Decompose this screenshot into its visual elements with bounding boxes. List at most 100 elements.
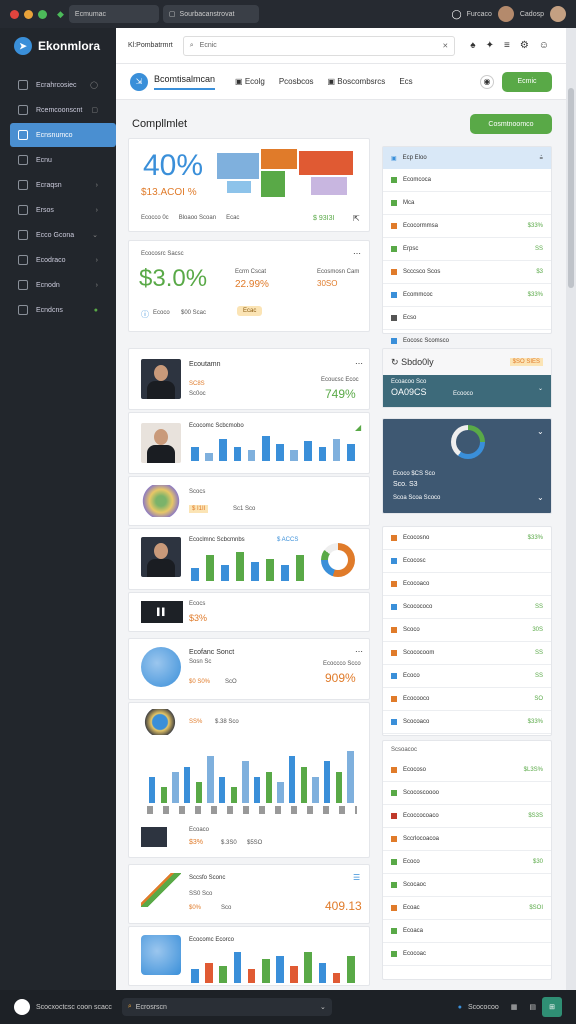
panelE-row[interactable]: Ecocoac	[383, 943, 551, 966]
sidebar-item-7[interactable]: Ecodraco ›	[0, 248, 116, 272]
bottom-search[interactable]: ⌕ Ecrosrscn ⌄	[121, 998, 332, 1016]
primary-button[interactable]: Ecmic	[502, 71, 552, 92]
panelD-row[interactable]: Ecocosc	[383, 550, 551, 573]
section-button[interactable]: Cosmtnoomco	[470, 114, 552, 134]
menu-icon[interactable]: ≡	[504, 40, 510, 51]
breadcrumb[interactable]: Kl:Pombatrmrt	[128, 42, 173, 49]
donut-chart	[321, 543, 355, 577]
person-card-0[interactable]: Ecoutamn SC8S Sc0oc Ecoucsc Ecoc 749% ⋯	[128, 348, 370, 410]
more-icon[interactable]: ⋯	[355, 359, 363, 368]
row-value: $33%	[527, 292, 543, 298]
person-card-2[interactable]: Scocs $ I1II Sc1 Sco	[128, 476, 370, 526]
scrollbar[interactable]	[566, 28, 576, 990]
minimize-window-icon[interactable]	[24, 9, 33, 19]
row-icon	[391, 719, 397, 725]
avatar-2[interactable]	[550, 6, 566, 22]
stat-v3: $5SO	[247, 840, 263, 846]
panelD-row[interactable]: Ecocosno $33%	[383, 527, 551, 550]
row-label: Ecoaca	[403, 928, 424, 934]
row-value: SS	[534, 604, 543, 610]
panelD-row[interactable]: Scocococo SS	[383, 596, 551, 619]
panelA-row[interactable]: Erpsc SS	[383, 238, 551, 261]
world-rlabel: Ecoccco Scco	[323, 661, 361, 667]
person-card-1[interactable]: Ecocomc Scbcmobo ◢	[128, 412, 370, 474]
sidebar-item-2[interactable]: Ecnsnumco	[10, 123, 116, 147]
page-title[interactable]: Bcomtisalmcan	[154, 74, 216, 90]
chart-bar	[172, 771, 179, 803]
panelA-row[interactable]: Ecommcoc $33%	[383, 284, 551, 307]
list-icon[interactable]: ☰	[353, 873, 360, 882]
action-button[interactable]: ⊞	[542, 997, 562, 1017]
person-value: $ ACCS	[277, 537, 299, 543]
chevron-down-icon[interactable]: ⌄	[537, 493, 544, 502]
grid-icon[interactable]: ▦	[511, 1003, 518, 1011]
sidebar-item-1[interactable]: Rcemcoonscnt ▢	[0, 98, 116, 122]
sidebar-item-5[interactable]: Ersos ›	[0, 198, 116, 222]
chevron-down-icon[interactable]: ⌄	[537, 427, 544, 436]
person-card-3[interactable]: Ecoclmnc Scbcmnbs $ ACCS	[128, 528, 370, 590]
collapse-icon[interactable]: ⩮	[539, 155, 543, 162]
row-label: Ecocoso	[403, 767, 427, 773]
sidebar-item-9[interactable]: Ecndcns ●	[0, 298, 116, 322]
panelD-row[interactable]: Scococoom SS	[383, 642, 551, 665]
panelA-row[interactable]: Ecomcoca	[383, 169, 551, 192]
more-icon[interactable]: ⋯	[355, 647, 363, 656]
bottom-card[interactable]: Sccsfo Sconc SS0 Sco $0% Sco 409.13 ☰	[128, 864, 370, 924]
tab-0[interactable]: ▣ Ecolg	[235, 77, 265, 86]
person-card-4[interactable]: ▌▌ Ecocs $3%	[128, 592, 370, 632]
tab-1[interactable]: Pcosbcos	[279, 77, 314, 86]
clear-icon[interactable]: ✕	[442, 42, 448, 50]
row-icon	[391, 790, 397, 796]
tab-3[interactable]: Ecs	[399, 77, 412, 86]
pin-icon[interactable]: ✦	[486, 40, 494, 51]
panelA-row[interactable]: Scccsco Scos $3	[383, 261, 551, 284]
sidebar-item-8[interactable]: Ecnodn ›	[0, 273, 116, 297]
panelD-row[interactable]: Ecoco SS	[383, 665, 551, 688]
bottom-l1: SS0 Sco	[189, 891, 213, 897]
row-icon	[391, 292, 397, 298]
sidebar-item-4[interactable]: Ecraqsn ›	[0, 173, 116, 197]
bell-icon[interactable]: ♠	[470, 40, 475, 51]
panelA-row[interactable]: Mca	[383, 192, 551, 215]
avatar[interactable]	[497, 6, 514, 22]
panelE-row[interactable]: Ecoco $30	[383, 851, 551, 874]
sidebar-item-0[interactable]: Ecrahrcosiec ◯	[0, 73, 116, 97]
more-icon[interactable]: ⋯	[353, 249, 361, 258]
panelE-row[interactable]: Ecoaca	[383, 920, 551, 943]
panelA-row[interactable]: Ecocormmsa $33%	[383, 215, 551, 238]
brand-logo[interactable]: ➤ Ekonmlora	[0, 28, 116, 64]
settings-icon[interactable]: ⚙	[520, 40, 529, 51]
kpi-card-1: 40% $13.ACOI % Ecocco 0c Bloaoo Scoan Ec…	[128, 138, 370, 232]
tab-icon[interactable]: ◆	[57, 9, 64, 20]
panelE-row[interactable]: Ecocoso $L3S%	[383, 759, 551, 782]
close-window-icon[interactable]	[10, 9, 19, 19]
panelE-row[interactable]: Sccrlocoacoa	[383, 828, 551, 851]
smile-icon[interactable]: ☺	[539, 40, 549, 51]
x-axis-labels	[147, 806, 357, 814]
circle-icon[interactable]: ◯	[451, 9, 461, 20]
search-input[interactable]: ⌕ Ecnic ✕	[182, 35, 456, 56]
tab-2[interactable]: ▣ Boscombsrcs	[328, 77, 386, 86]
browser-tab[interactable]: ▢ Sourbacanstrovat	[162, 5, 259, 23]
window-icon[interactable]: ▤	[529, 1003, 536, 1011]
chevron-down-icon[interactable]: ⌄	[538, 385, 543, 392]
maximize-window-icon[interactable]	[38, 9, 47, 19]
sidebar-item-3[interactable]: Ecnu	[0, 148, 116, 172]
sidebar-item-6[interactable]: Ecco Gcona ⌄	[0, 223, 116, 247]
app-icon[interactable]	[14, 999, 30, 1015]
panelD-row[interactable]: Ecocooco SO	[383, 688, 551, 711]
panelE-row[interactable]: Ecoac $SOI	[383, 897, 551, 920]
url-bar[interactable]: Ecmumac	[68, 5, 159, 23]
panelD-row[interactable]: Scoco 30S	[383, 619, 551, 642]
panelA-row[interactable]: Ecso	[383, 307, 551, 330]
panelD-row[interactable]: Scocoaco $33%	[383, 711, 551, 734]
panelE-row[interactable]: Scocaoc	[383, 874, 551, 897]
expand-icon[interactable]: ⇱	[353, 214, 360, 223]
globe-icon[interactable]: ●	[458, 1004, 462, 1011]
panelD-row[interactable]: Ecocoaco	[383, 573, 551, 596]
world-card-1[interactable]: Ecofanc Sonct Sosn Sc $0 S0% ScO Ecoccco…	[128, 638, 370, 700]
panelE-row[interactable]: Scocoscoooo	[383, 782, 551, 805]
refresh-icon[interactable]: ◉	[480, 74, 494, 89]
panelE-row[interactable]: Ecoccocoaco $S3S	[383, 805, 551, 828]
bottom-card-2[interactable]: Ecocomc Ecorco	[128, 926, 370, 986]
